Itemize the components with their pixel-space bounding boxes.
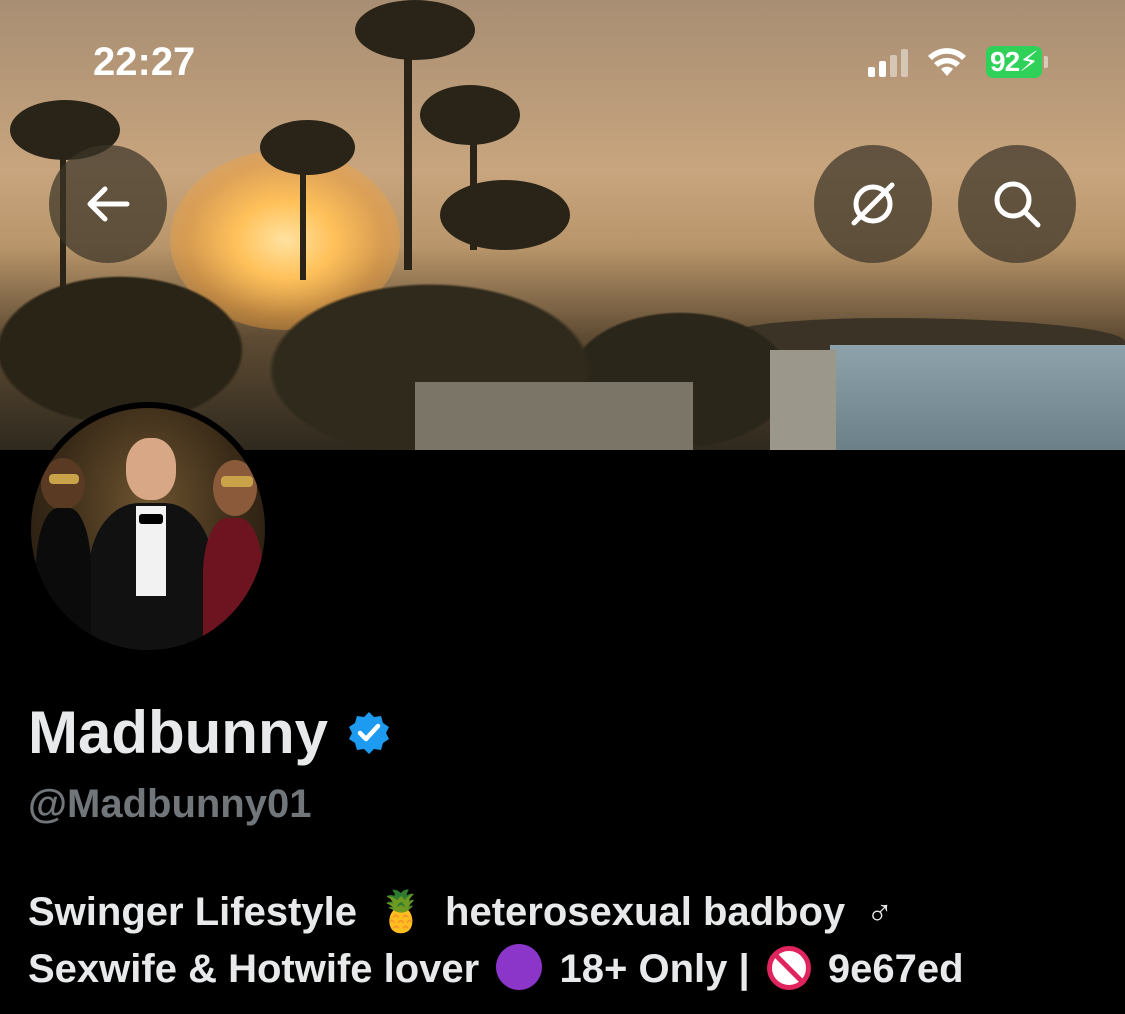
male-symbol: ♂ — [866, 892, 894, 933]
display-name: Madbunny — [28, 699, 328, 766]
search-icon — [994, 181, 1041, 228]
wifi-icon — [928, 48, 966, 76]
back-button[interactable] — [49, 145, 167, 263]
bolt-icon: ⚡ — [1019, 46, 1039, 77]
status-time: 22:27 — [93, 40, 196, 84]
grok-icon — [851, 182, 895, 226]
bio-text: heterosexual badboy — [445, 890, 846, 934]
search-button[interactable] — [958, 145, 1076, 263]
battery-charging-icon: 92⚡ — [986, 46, 1048, 78]
display-name-row: Madbunny — [28, 698, 392, 767]
palm-crown — [260, 120, 355, 175]
arrow-left-icon — [87, 186, 130, 222]
palm-crown — [440, 180, 570, 250]
bio-line: Sexwife & Hotwife lover 18+ Only | 9e67e… — [28, 941, 1108, 998]
profile-avatar[interactable] — [25, 402, 271, 656]
cellular-signal-icon — [868, 47, 908, 77]
bio-text: Sexwife & Hotwife lover — [28, 947, 480, 991]
palm-crown — [355, 0, 475, 60]
battery-level: 92 — [990, 46, 1020, 77]
profile-handle: @Madbunny01 — [28, 782, 312, 826]
bio-text: 9e67ed — [827, 947, 964, 991]
palm-crown — [420, 85, 520, 145]
verified-badge-icon[interactable] — [346, 710, 392, 756]
status-icons: 92⚡ — [868, 44, 1048, 80]
palm-trunk — [404, 30, 412, 270]
bio-text: Swinger Lifestyle — [28, 890, 357, 934]
grok-button[interactable] — [814, 145, 932, 263]
pineapple-emoji: 🍍 — [376, 890, 426, 934]
profile-bio: Swinger Lifestyle 🍍 heterosexual badboy … — [28, 884, 1108, 998]
bio-line: Swinger Lifestyle 🍍 heterosexual badboy … — [28, 884, 1108, 941]
banner-sea — [830, 345, 1125, 450]
smiling-devil-emoji — [496, 944, 543, 990]
no-under-18-emoji — [766, 946, 811, 990]
bio-text: 18+ Only | — [559, 947, 750, 991]
banner-building — [770, 350, 836, 450]
avatar-image — [31, 408, 265, 650]
banner-building — [415, 382, 693, 450]
